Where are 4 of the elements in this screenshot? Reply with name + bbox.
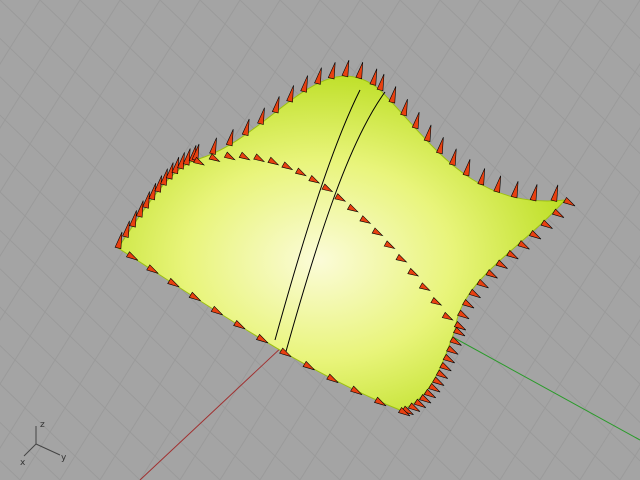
axis-icon (24, 426, 60, 456)
axis-label: z (40, 420, 45, 430)
axis-label: y (61, 453, 66, 463)
axis-label: x (20, 458, 26, 468)
